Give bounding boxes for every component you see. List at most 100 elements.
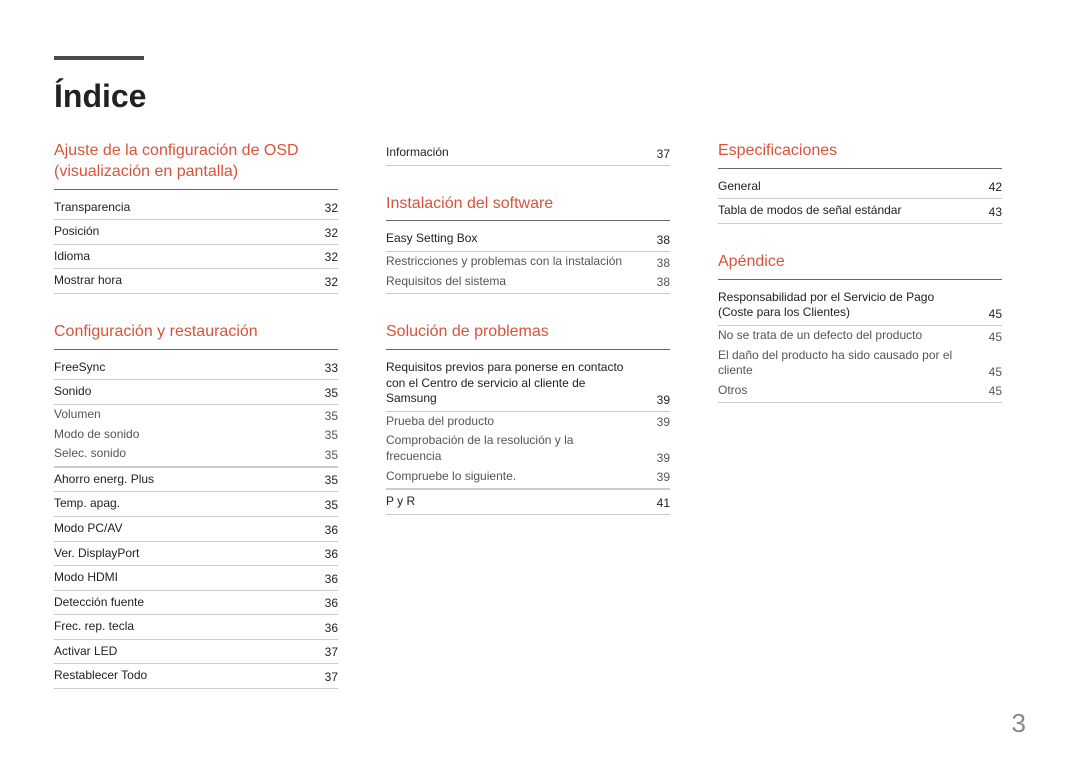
section-header[interactable]: Apéndice <box>718 252 1002 280</box>
entry-page: 36 <box>310 523 338 537</box>
toc-entry[interactable]: Prueba del producto39 <box>386 412 670 432</box>
entry-label: Posición <box>54 224 310 240</box>
entry-page: 45 <box>974 365 1002 379</box>
toc-entry[interactable]: Modo PC/AV36 <box>54 517 338 542</box>
toc-entry[interactable]: Compruebe lo siguiente.39 <box>386 467 670 490</box>
entry-page: 39 <box>642 470 670 484</box>
entry-label: Requisitos previos para ponerse en conta… <box>386 360 642 407</box>
entry-label: Restablecer Todo <box>54 668 310 684</box>
entry-label: Temp. apag. <box>54 496 310 512</box>
entry-label: Volumen <box>54 407 310 423</box>
toc-entry[interactable]: Transparencia32 <box>54 196 338 221</box>
section-header[interactable]: Instalación del software <box>386 194 670 222</box>
entry-label: Información <box>386 145 642 161</box>
entry-page: 35 <box>310 428 338 442</box>
toc-entries: Transparencia32Posición32Idioma32Mostrar… <box>54 196 338 294</box>
toc-entry[interactable]: General42 <box>718 175 1002 200</box>
entry-label: Responsabilidad por el Servicio de Pago … <box>718 290 974 321</box>
toc-section: Solución de problemas Requisitos previos … <box>386 322 670 515</box>
section-header[interactable]: Especificaciones <box>718 141 1002 169</box>
toc-entries: Responsabilidad por el Servicio de Pago … <box>718 286 1002 404</box>
toc-entry[interactable]: Requisitos previos para ponerse en conta… <box>386 356 670 412</box>
toc-entry[interactable]: Sonido35 <box>54 380 338 405</box>
toc-entry[interactable]: Posición32 <box>54 220 338 245</box>
entry-label: Compruebe lo siguiente. <box>386 469 642 485</box>
entry-page: 41 <box>642 496 670 510</box>
entry-label: Detección fuente <box>54 595 310 611</box>
toc-entries: Información37 <box>386 141 670 166</box>
toc-entry[interactable]: Restablecer Todo37 <box>54 664 338 689</box>
entry-page: 35 <box>310 409 338 423</box>
toc-entry[interactable]: Idioma32 <box>54 245 338 270</box>
section-header[interactable]: Ajuste de la configuración de OSD (visua… <box>54 141 338 190</box>
entry-page: 35 <box>310 473 338 487</box>
toc-column: Información37 Instalación del software Eas… <box>386 141 670 717</box>
toc-section: Apéndice Responsabilidad por el Servicio … <box>718 252 1002 403</box>
page-title: Índice <box>54 78 1026 115</box>
toc-columns: Ajuste de la configuración de OSD (visua… <box>54 141 1026 717</box>
entry-page: 35 <box>310 448 338 462</box>
toc-entry[interactable]: Ahorro energ. Plus35 <box>54 467 338 493</box>
toc-entry[interactable]: FreeSync33 <box>54 356 338 381</box>
entry-page: 37 <box>310 645 338 659</box>
toc-entry[interactable]: Temp. apag.35 <box>54 492 338 517</box>
page-number: 3 <box>1012 708 1026 739</box>
toc-entry[interactable]: No se trata de un defecto del producto45 <box>718 326 1002 346</box>
entry-page: 36 <box>310 572 338 586</box>
entry-page: 37 <box>310 670 338 684</box>
entry-page: 36 <box>310 547 338 561</box>
entry-page: 45 <box>974 330 1002 344</box>
toc-entries: Requisitos previos para ponerse en conta… <box>386 356 670 515</box>
toc-entry[interactable]: Easy Setting Box38 <box>386 227 670 252</box>
entry-page: 35 <box>310 386 338 400</box>
toc-section: Instalación del software Easy Setting Box… <box>386 194 670 295</box>
entry-label: Activar LED <box>54 644 310 660</box>
toc-entry[interactable]: Mostrar hora32 <box>54 269 338 294</box>
toc-column: EspecificacionesGeneral42Tabla de modos … <box>718 141 1002 717</box>
entry-label: Selec. sonido <box>54 446 310 462</box>
entry-label: Tabla de modos de señal estándar <box>718 203 974 219</box>
toc-entry[interactable]: Otros45 <box>718 381 1002 404</box>
entry-label: No se trata de un defecto del producto <box>718 328 974 344</box>
toc-entry[interactable]: Requisitos del sistema38 <box>386 272 670 295</box>
entry-page: 35 <box>310 498 338 512</box>
toc-entry[interactable]: Ver. DisplayPort36 <box>54 542 338 567</box>
toc-entry[interactable]: El daño del producto ha sido causado por… <box>718 346 1002 381</box>
entry-page: 38 <box>642 275 670 289</box>
entry-label: Requisitos del sistema <box>386 274 642 290</box>
entry-label: Mostrar hora <box>54 273 310 289</box>
entry-label: Idioma <box>54 249 310 265</box>
toc-entry[interactable]: P y R41 <box>386 489 670 515</box>
toc-entry[interactable]: Frec. rep. tecla36 <box>54 615 338 640</box>
section-header[interactable]: Configuración y restauración <box>54 322 338 350</box>
toc-entry[interactable]: Restricciones y problemas con la instala… <box>386 252 670 272</box>
toc-section: Ajuste de la configuración de OSD (visua… <box>54 141 338 294</box>
toc-section: Configuración y restauraciónFreeSync33So… <box>54 322 338 689</box>
toc-entry[interactable]: Modo de sonido35 <box>54 425 338 445</box>
entry-page: 36 <box>310 621 338 635</box>
section-header[interactable]: Solución de problemas <box>386 322 670 350</box>
entry-label: Prueba del producto <box>386 414 642 430</box>
entry-label: P y R <box>386 494 642 510</box>
accent-bar <box>54 56 144 60</box>
entry-label: FreeSync <box>54 360 310 376</box>
entry-page: 32 <box>310 201 338 215</box>
toc-entry[interactable]: Volumen35 <box>54 405 338 425</box>
entry-page: 38 <box>642 256 670 270</box>
toc-entry[interactable]: Detección fuente36 <box>54 591 338 616</box>
toc-entry[interactable]: Tabla de modos de señal estándar43 <box>718 199 1002 224</box>
toc-entry[interactable]: Selec. sonido35 <box>54 444 338 467</box>
entry-page: 32 <box>310 226 338 240</box>
entry-label: Otros <box>718 383 974 399</box>
toc-entry[interactable]: Responsabilidad por el Servicio de Pago … <box>718 286 1002 326</box>
toc-entry[interactable]: Modo HDMI36 <box>54 566 338 591</box>
toc-entry[interactable]: Información37 <box>386 141 670 166</box>
entry-label: Frec. rep. tecla <box>54 619 310 635</box>
entry-label: General <box>718 179 974 195</box>
toc-section: Información37 <box>386 141 670 166</box>
entry-page: 37 <box>642 147 670 161</box>
entry-label: Sonido <box>54 384 310 400</box>
toc-entry[interactable]: Activar LED37 <box>54 640 338 665</box>
entry-label: Modo HDMI <box>54 570 310 586</box>
toc-entry[interactable]: Comprobación de la resolución y la frecu… <box>386 431 670 466</box>
